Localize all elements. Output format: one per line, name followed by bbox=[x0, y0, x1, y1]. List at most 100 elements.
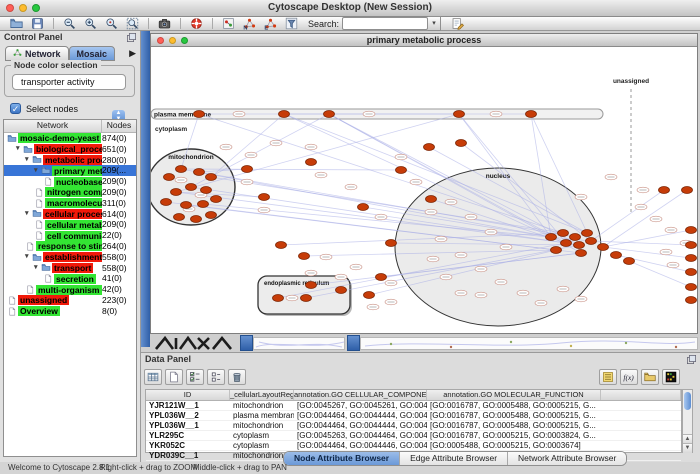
graph-node[interactable] bbox=[586, 238, 597, 245]
graph-node[interactable] bbox=[299, 253, 310, 260]
tree-col-network[interactable]: Network bbox=[4, 120, 102, 132]
minimized-window-titlebar[interactable] bbox=[347, 335, 360, 351]
network-canvas[interactable]: plasma membranecytoplasmmitochondrionnuc… bbox=[151, 47, 697, 333]
zoom-fit-icon[interactable] bbox=[126, 17, 139, 30]
table-button[interactable] bbox=[144, 369, 162, 385]
graph-node[interactable] bbox=[686, 297, 697, 304]
table-row[interactable]: YLR295Ccytoplasm[GO:0045263, GO:0044464,… bbox=[146, 431, 681, 441]
zoom-selected-icon[interactable] bbox=[105, 17, 118, 30]
node-color-dropdown[interactable]: transporter activity bbox=[12, 74, 126, 90]
tab-mosaic[interactable]: Mosaic bbox=[69, 46, 116, 61]
graph-node[interactable] bbox=[456, 140, 467, 147]
graph-node[interactable] bbox=[273, 295, 284, 302]
graph-node[interactable] bbox=[561, 240, 572, 247]
graph-node[interactable] bbox=[426, 196, 437, 203]
graph-node[interactable] bbox=[424, 144, 435, 151]
graph-node[interactable] bbox=[324, 111, 335, 118]
tree-row[interactable]: macromolecule311(0) bbox=[4, 198, 136, 209]
tree-row[interactable]: cellular metabol209(0) bbox=[4, 219, 136, 230]
scroll-down-arrow[interactable]: ▼ bbox=[683, 443, 692, 453]
graph-node[interactable] bbox=[551, 247, 562, 254]
graph-node[interactable] bbox=[526, 111, 537, 118]
graph-node[interactable] bbox=[259, 194, 270, 201]
network-view-window[interactable]: primary metabolic process plasma membran… bbox=[150, 33, 698, 334]
graph-node[interactable] bbox=[242, 166, 253, 173]
tree-row[interactable]: mosaic-demo-yeast874(0) bbox=[4, 133, 136, 144]
minimized-window-overview[interactable] bbox=[153, 335, 238, 352]
zoom-out-icon[interactable] bbox=[63, 17, 76, 30]
graph-node[interactable] bbox=[194, 111, 205, 118]
graph-node[interactable] bbox=[682, 187, 693, 194]
graph-node[interactable] bbox=[306, 159, 317, 166]
graph-node[interactable] bbox=[386, 240, 397, 247]
graph-node[interactable] bbox=[211, 196, 222, 203]
graph-node[interactable] bbox=[582, 230, 593, 237]
table-row[interactable]: YPL036W__1mitochondrion[GO:0044464, GO:0… bbox=[146, 421, 681, 431]
graph-node[interactable] bbox=[336, 287, 347, 294]
graph-node[interactable] bbox=[176, 166, 187, 173]
graph-node[interactable] bbox=[454, 111, 465, 118]
tree-row[interactable]: ▾establishment of lo558(0) bbox=[4, 252, 136, 263]
tree-row[interactable]: Overview8(0) bbox=[4, 306, 136, 317]
graph-node[interactable] bbox=[174, 214, 185, 221]
graph-node[interactable] bbox=[364, 292, 375, 299]
graph-node[interactable] bbox=[659, 187, 670, 194]
tree-row[interactable]: nucleobase-209(0) bbox=[4, 176, 136, 187]
table-row[interactable]: YKR052Ccytoplasm[GO:0044464, GO:0044446,… bbox=[146, 441, 681, 451]
expander-icon[interactable]: ▾ bbox=[25, 155, 32, 165]
graph-node[interactable] bbox=[376, 274, 387, 281]
graph-node[interactable] bbox=[558, 230, 569, 237]
expander-icon[interactable]: ▾ bbox=[25, 209, 32, 219]
scrollbar-thumb[interactable] bbox=[684, 392, 691, 410]
tree-row[interactable]: nitrogen compo209(0) bbox=[4, 187, 136, 198]
graph-node[interactable] bbox=[624, 258, 635, 265]
attr-edit-icon[interactable] bbox=[451, 17, 464, 30]
float-panel-icon[interactable] bbox=[126, 32, 137, 43]
attr-list-button[interactable] bbox=[599, 369, 617, 385]
expander-icon[interactable]: ▾ bbox=[16, 144, 23, 154]
formula-button[interactable]: f(x) bbox=[620, 369, 638, 385]
graph-node[interactable] bbox=[161, 199, 172, 206]
snapshot-icon[interactable] bbox=[158, 17, 171, 30]
float-panel-icon[interactable] bbox=[686, 354, 697, 365]
expander-icon[interactable]: ▾ bbox=[34, 166, 41, 176]
column-header[interactable]: annotation.GO MOLECULAR_FUNCTION bbox=[427, 390, 601, 400]
tab-overflow-arrow[interactable]: ▶ bbox=[129, 48, 136, 59]
column-header[interactable]: annotation.GO CELLULAR_COMPONENT bbox=[294, 390, 427, 400]
graph-node[interactable] bbox=[206, 174, 217, 181]
annotation-icon[interactable] bbox=[222, 17, 235, 30]
graph-node[interactable] bbox=[201, 187, 212, 194]
background-window-edge[interactable] bbox=[141, 31, 150, 347]
graph-node[interactable] bbox=[279, 111, 290, 118]
graph-node[interactable] bbox=[306, 282, 317, 289]
select-nodes-checkbox[interactable]: ✓ bbox=[10, 103, 21, 114]
graph-node[interactable] bbox=[611, 252, 622, 259]
graph-node[interactable] bbox=[358, 204, 369, 211]
save-icon[interactable] bbox=[31, 17, 44, 30]
network-window-titlebar[interactable]: primary metabolic process bbox=[151, 34, 697, 47]
graph-node[interactable] bbox=[276, 242, 287, 249]
network-tree-header[interactable]: Network Nodes bbox=[4, 120, 136, 133]
table-row[interactable]: YPL036W__2plasma membrane[GO:0044464, GO… bbox=[146, 411, 681, 421]
graph-node[interactable] bbox=[181, 202, 192, 209]
tree-row[interactable]: ▾metabolic process280(0) bbox=[4, 155, 136, 166]
tree-row[interactable]: response to stimulu264(0) bbox=[4, 241, 136, 252]
tab-network[interactable]: Network bbox=[5, 46, 69, 61]
expander-icon[interactable]: ▾ bbox=[34, 263, 41, 273]
minimized-window-titlebar[interactable] bbox=[240, 335, 253, 351]
graph-node[interactable] bbox=[574, 242, 585, 249]
search-input[interactable] bbox=[342, 17, 428, 30]
help-icon[interactable] bbox=[190, 17, 203, 30]
graph-node[interactable] bbox=[686, 242, 697, 249]
search-dropdown-arrow[interactable]: ▾ bbox=[428, 16, 441, 31]
graph-node[interactable] bbox=[686, 269, 697, 276]
new-doc-button[interactable] bbox=[165, 369, 183, 385]
select-attrs-button[interactable] bbox=[186, 369, 204, 385]
tree-row[interactable]: ▾primary metabo209(... bbox=[4, 165, 136, 176]
minimized-window-canvas[interactable] bbox=[360, 337, 698, 350]
graph-node[interactable] bbox=[164, 174, 175, 181]
attribute-table-header[interactable]: ID_cellularLayoutRegionannotation.GO CEL… bbox=[146, 390, 681, 401]
filter-icon[interactable] bbox=[285, 17, 298, 30]
tree-row[interactable]: ▾cellular process614(0) bbox=[4, 209, 136, 220]
graph-node[interactable] bbox=[198, 201, 209, 208]
